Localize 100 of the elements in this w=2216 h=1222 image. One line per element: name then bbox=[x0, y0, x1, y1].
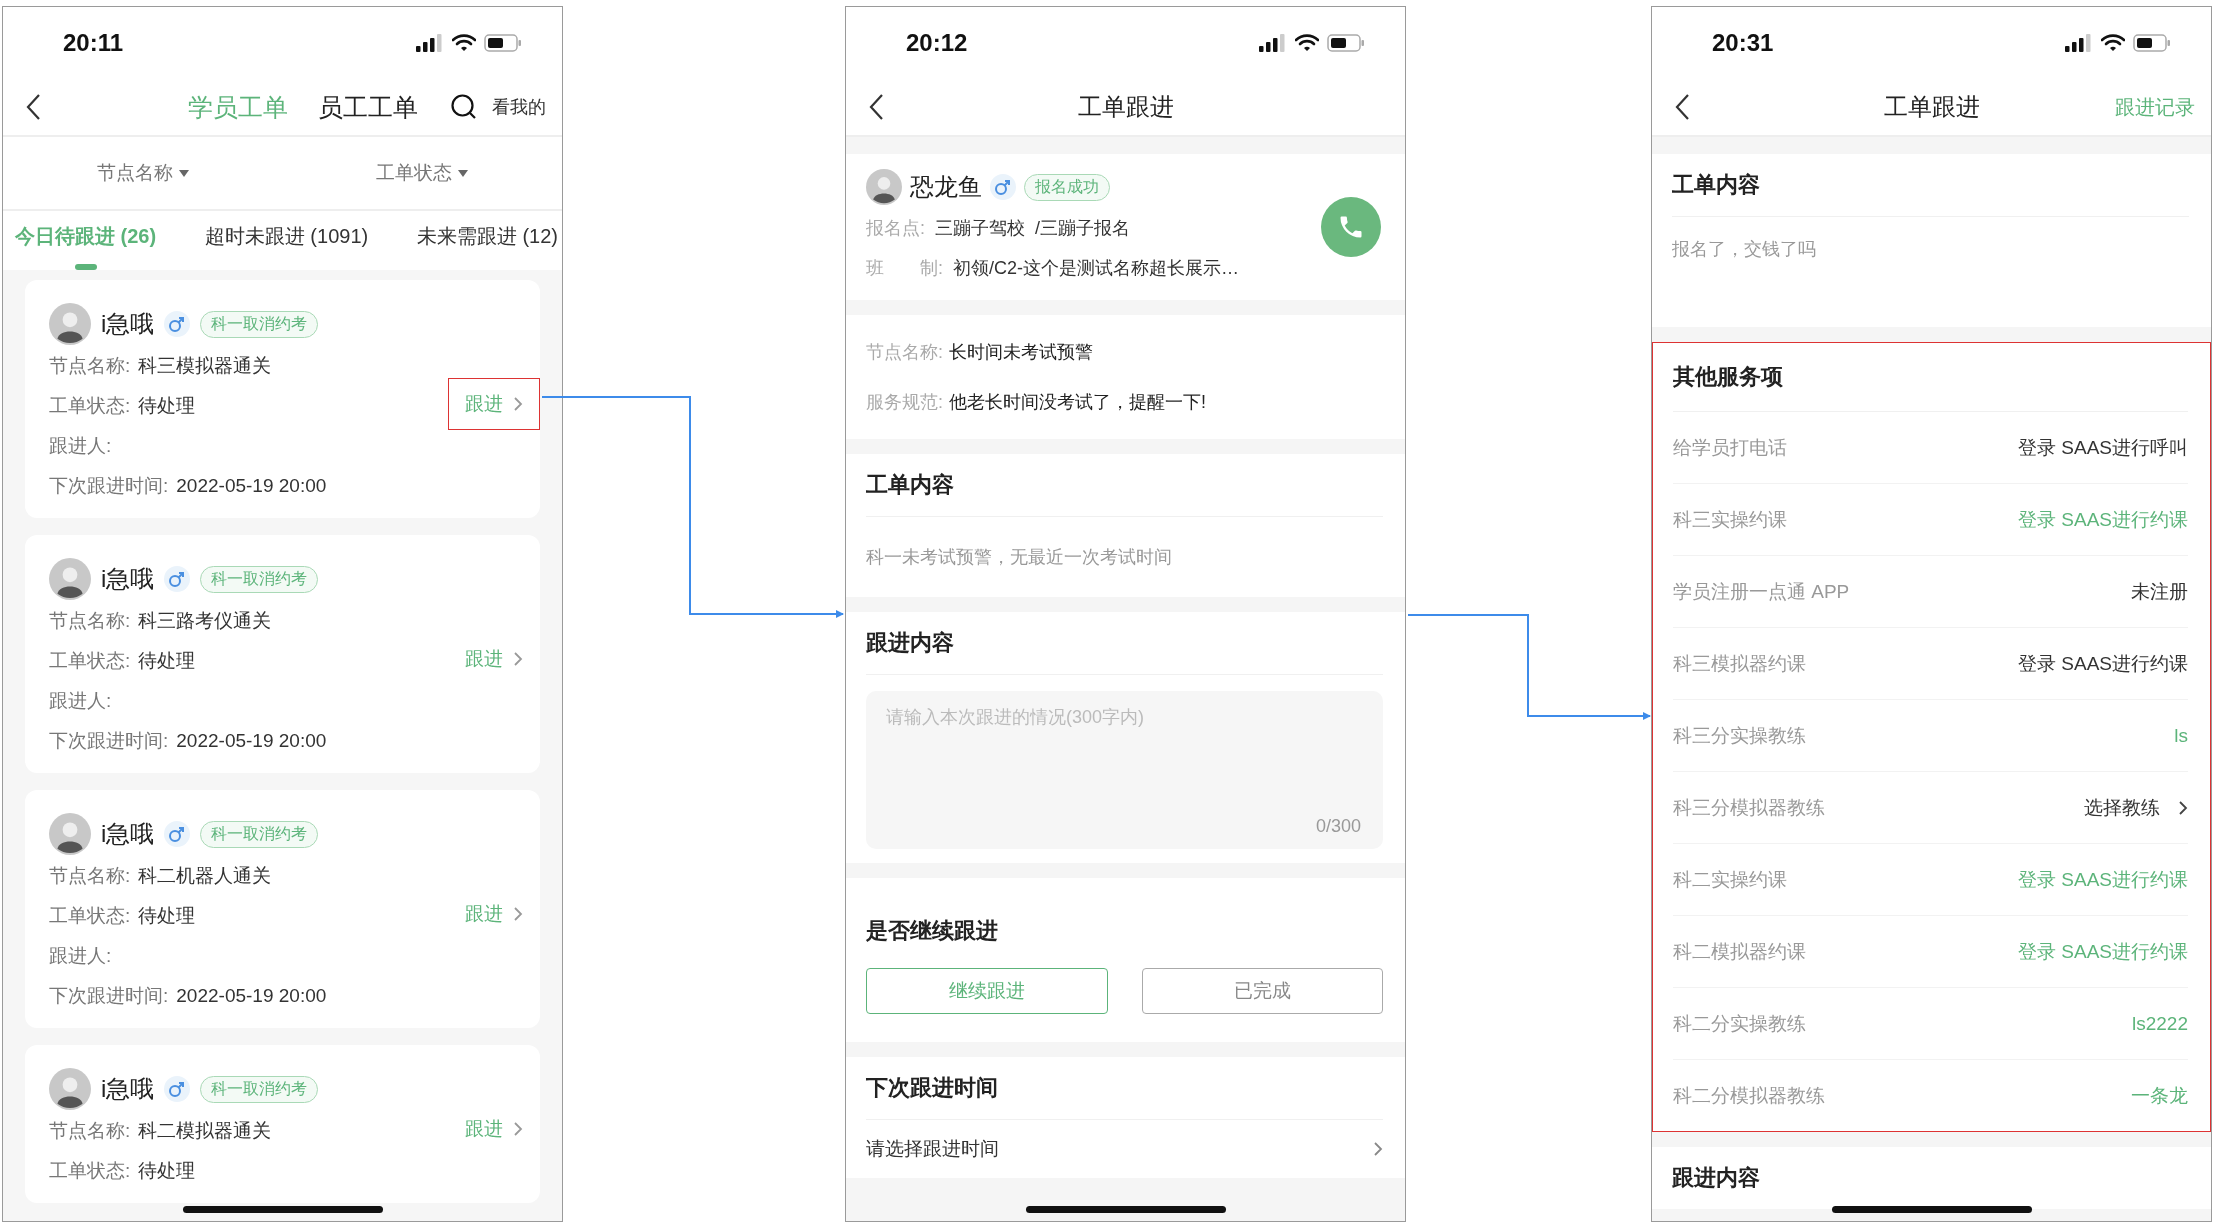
wifi-icon bbox=[1295, 34, 1319, 52]
char-counter: 0/300 bbox=[1315, 816, 1361, 837]
field-label: 跟进人: bbox=[49, 689, 112, 713]
field-value: 待处理 bbox=[138, 904, 196, 928]
avatar-icon bbox=[49, 558, 91, 600]
work-order-card[interactable]: i急哦 科一取消约考 节点名称: 科三路考仪通关 工单状态: 待处理 跟进人: 下次跟进时间: 2022-05-19 20:00 跟进 bbox=[25, 535, 540, 773]
field-value: 2022-05-19 20:00 bbox=[176, 475, 327, 497]
status-tag: 科一取消约考 bbox=[200, 1075, 319, 1103]
service-link[interactable]: 登录 SAAS进行约课 bbox=[2018, 866, 2188, 893]
student-name: i急哦 bbox=[101, 564, 155, 594]
service-label: 给学员打电话 bbox=[1673, 435, 1787, 460]
student-name: i急哦 bbox=[101, 309, 155, 339]
field-value: 科二模拟器通关 bbox=[138, 1119, 272, 1143]
field-value: 科三路考仪通关 bbox=[138, 609, 272, 633]
nav-tab[interactable]: 员工工单 bbox=[317, 90, 418, 124]
content-text: 科一未考试预警，无最近一次考试时间 bbox=[865, 546, 1173, 569]
avatar-icon bbox=[49, 813, 91, 855]
student-name: i急哦 bbox=[101, 819, 155, 849]
work-order-card[interactable]: i急哦 科一取消约考 节点名称: 科二机器人通关 工单状态: 待处理 跟进人: 下次跟进时间: 2022-05-19 20:00 跟进 bbox=[25, 790, 540, 1028]
back-icon[interactable] bbox=[25, 93, 41, 121]
chevron-right-icon bbox=[513, 1121, 523, 1137]
field-label: 工单状态: bbox=[49, 394, 131, 418]
status-time: 20:31 bbox=[1712, 29, 1774, 57]
follow-up-button[interactable]: 跟进 bbox=[448, 633, 540, 685]
screen-title: 工单跟进 bbox=[1077, 92, 1174, 122]
service-label: 科三分模拟器教练 bbox=[1673, 795, 1825, 820]
service-link[interactable]: ls bbox=[2174, 724, 2188, 747]
service-value: 登录 SAAS进行呼叫 bbox=[2018, 435, 2188, 460]
service-label: 科二分模拟器教练 bbox=[1673, 1083, 1825, 1108]
follow-up-button[interactable]: 跟进 bbox=[448, 378, 540, 430]
service-label: 学员注册一点通 APP bbox=[1673, 579, 1850, 604]
history-link[interactable]: 跟进记录 bbox=[2115, 93, 2195, 121]
field-label: 跟进人: bbox=[49, 434, 112, 458]
wifi-icon bbox=[452, 34, 476, 52]
field-label: 节点名称: bbox=[49, 1119, 131, 1143]
field-value: 初领/C2-这个是测试名称超长展示… bbox=[953, 257, 1240, 280]
section-title: 下次跟进时间 bbox=[866, 1057, 1383, 1120]
male-icon bbox=[164, 566, 191, 592]
field-label: 节点名称: bbox=[49, 864, 131, 888]
wifi-icon bbox=[2101, 34, 2125, 52]
service-label: 科三模拟器约课 bbox=[1673, 651, 1806, 676]
service-link[interactable]: 一条龙 bbox=[2131, 1082, 2188, 1109]
chevron-right-icon bbox=[513, 651, 523, 667]
service-label: 科二模拟器约课 bbox=[1673, 939, 1806, 964]
section-title: 跟进内容 bbox=[866, 612, 1383, 675]
content-text: 报名了，交钱了吗 bbox=[1671, 238, 1817, 261]
service-link[interactable]: 登录 SAAS进行约课 bbox=[2018, 506, 2188, 533]
field-label: 下次跟进时间: bbox=[49, 729, 169, 753]
follow-up-button[interactable]: 跟进 bbox=[448, 888, 540, 940]
field-value: 他老长时间没考试了，提醒一下! bbox=[949, 391, 1207, 414]
field-label: 报名点: bbox=[866, 217, 925, 240]
status-time: 20:11 bbox=[63, 29, 124, 57]
field-label: 节点名称: bbox=[49, 609, 131, 633]
status-tab[interactable]: 今日待跟进 (26) bbox=[15, 223, 157, 270]
field-label: 节点名称: bbox=[49, 354, 131, 378]
status-tag: 科一取消约考 bbox=[200, 820, 319, 848]
battery-icon bbox=[484, 34, 522, 52]
field-value: 2022-05-19 20:00 bbox=[176, 985, 327, 1007]
field-label: 跟进人: bbox=[49, 944, 112, 968]
status-tag: 报名成功 bbox=[1024, 173, 1110, 201]
mine-link[interactable]: 看我的 bbox=[492, 95, 546, 119]
time-picker[interactable]: 请选择跟进时间 bbox=[866, 1120, 1383, 1178]
back-icon[interactable] bbox=[1674, 93, 1690, 121]
field-label: 服务规范: bbox=[866, 391, 943, 414]
option-button[interactable]: 已完成 bbox=[1141, 968, 1383, 1014]
status-tab[interactable]: 未来需跟进 (12) bbox=[416, 223, 558, 270]
field-value: 待处理 bbox=[138, 1159, 196, 1183]
field-label: 下次跟进时间: bbox=[49, 984, 169, 1008]
work-order-card[interactable]: i急哦 科一取消约考 节点名称: 科三模拟器通关 工单状态: 待处理 跟进人: 下次跟进时间: 2022-05-19 20:00 跟进 bbox=[25, 280, 540, 518]
field-value: 长时间未考试预警 bbox=[949, 341, 1093, 364]
screen-title: 工单跟进 bbox=[1883, 92, 1980, 122]
student-name: 恐龙鱼 bbox=[910, 172, 982, 202]
status-tab[interactable]: 超时未跟进 (1091) bbox=[204, 223, 369, 270]
status-time: 20:12 bbox=[906, 29, 968, 57]
back-icon[interactable] bbox=[868, 93, 884, 121]
male-icon bbox=[164, 1076, 191, 1102]
section-title: 工单内容 bbox=[1672, 154, 2189, 217]
signal-icon bbox=[2065, 34, 2093, 52]
avatar-icon bbox=[49, 1068, 91, 1110]
coach-picker[interactable]: 选择教练 bbox=[2084, 794, 2188, 821]
service-link[interactable]: 登录 SAAS进行约课 bbox=[2018, 938, 2188, 965]
status-tag: 科一取消约考 bbox=[200, 565, 319, 593]
chevron-right-icon bbox=[2178, 799, 2188, 816]
service-link[interactable]: ls2222 bbox=[2132, 1012, 2188, 1035]
caret-icon bbox=[178, 169, 189, 177]
follow-up-button[interactable]: 跟进 bbox=[448, 1103, 540, 1155]
filter-dropdown[interactable]: 工单状态 bbox=[376, 160, 469, 186]
chevron-right-icon bbox=[513, 906, 523, 922]
option-button[interactable]: 继续跟进 bbox=[866, 968, 1108, 1014]
field-label: 工单状态: bbox=[49, 1159, 131, 1183]
filter-dropdown[interactable]: 节点名称 bbox=[96, 160, 189, 186]
avatar-icon bbox=[866, 169, 902, 205]
field-value: 待处理 bbox=[138, 394, 196, 418]
nav-tab[interactable]: 学员工单 bbox=[187, 90, 288, 124]
search-icon[interactable] bbox=[450, 93, 478, 121]
field-label: 节点名称: bbox=[866, 341, 943, 364]
service-label: 科三实操约课 bbox=[1673, 507, 1787, 532]
section-title: 其他服务项 bbox=[1673, 343, 2188, 412]
field-label: 工单状态: bbox=[49, 649, 131, 673]
work-order-card[interactable]: i急哦 科一取消约考 节点名称: 科二模拟器通关 工单状态: 待处理 跟进 bbox=[25, 1045, 540, 1203]
